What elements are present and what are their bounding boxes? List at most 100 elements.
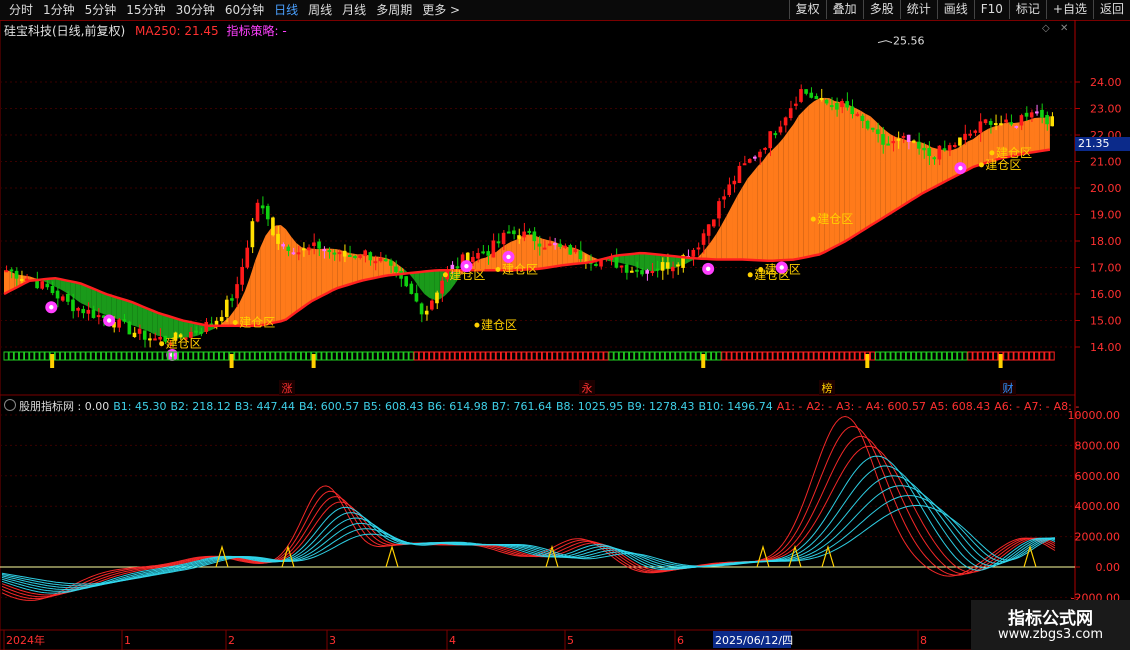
- signal-cell: [741, 351, 748, 361]
- indicator-series-3: [1, 435, 1056, 598]
- signal-cell: [100, 351, 107, 361]
- candle-body: [1045, 115, 1049, 125]
- candle-body: [435, 292, 439, 304]
- signal-cell: [382, 351, 389, 361]
- signal-cell: [3, 351, 9, 361]
- trend-band-segment: [824, 97, 830, 253]
- toolbar-button-7[interactable]: +自选: [1045, 0, 1093, 19]
- candle-body: [732, 180, 737, 185]
- flower-center: [506, 254, 511, 260]
- candle-body: [829, 105, 834, 108]
- period-tab-1[interactable]: 1分钟: [38, 2, 80, 18]
- signal-cell: [121, 351, 127, 361]
- signal-cell: [393, 351, 399, 361]
- candle-body: [219, 316, 224, 322]
- period-tab-2[interactable]: 5分钟: [80, 2, 122, 18]
- candle-body: [558, 243, 562, 247]
- signal-cell: [992, 351, 999, 361]
- period-tab-9[interactable]: 多周期: [371, 2, 417, 18]
- signal-cell: [352, 351, 358, 361]
- signal-cell: [572, 351, 578, 361]
- signal-cell: [111, 351, 117, 361]
- signal-bar: [865, 354, 870, 368]
- candle-body: [476, 252, 480, 259]
- period-tab-4[interactable]: 30分钟: [171, 2, 220, 18]
- trend-band-segment: [116, 297, 122, 321]
- candle-body: [312, 242, 316, 246]
- signal-cell: [685, 351, 691, 361]
- build-zone-dot: [495, 267, 501, 272]
- price-chart[interactable]: 14.00 15.00 16.00 17.00 18.00 19.00 20.00 21.00…: [0, 20, 1130, 395]
- signal-cell: [516, 351, 522, 361]
- trend-band-segment: [260, 235, 266, 326]
- flower-center: [958, 165, 963, 171]
- toolbar-button-6[interactable]: 标记: [1008, 0, 1046, 19]
- signal-cell: [546, 351, 553, 361]
- period-tab-10[interactable]: 更多 >: [417, 2, 465, 18]
- toolbar-button-4[interactable]: 画线: [936, 0, 974, 19]
- candle-body: [537, 243, 542, 247]
- candle-body: [419, 303, 424, 315]
- indicator-y-tick-label: 0.00: [1096, 561, 1121, 574]
- signal-cell: [603, 351, 609, 361]
- candle-body: [947, 145, 952, 151]
- signal-cell: [357, 351, 363, 361]
- toolbar-button-1[interactable]: 叠加: [825, 0, 863, 19]
- candle-body: [814, 95, 819, 100]
- signal-cell: [141, 351, 148, 361]
- signal-cell: [736, 351, 742, 361]
- period-tab-7[interactable]: 周线: [303, 2, 337, 18]
- indicator-series-8: [1, 485, 1056, 589]
- candle-body: [471, 256, 475, 263]
- candle-body: [952, 144, 957, 147]
- signal-cell: [136, 351, 143, 361]
- trend-band-segment: [183, 320, 189, 339]
- signal-cell: [372, 351, 378, 361]
- signal-cell: [957, 351, 963, 361]
- trend-band-segment: [803, 105, 809, 258]
- candle-body: [855, 113, 860, 117]
- trend-band-segment: [942, 149, 948, 183]
- signal-cell: [254, 351, 261, 361]
- candle-body: [373, 261, 378, 264]
- trend-band-segment: [742, 178, 748, 260]
- candle-body: [240, 266, 244, 285]
- signal-cell: [895, 351, 901, 361]
- indicator-chart[interactable]: -2000.000.002000.004000.006000.008000.00…: [0, 395, 1130, 630]
- toolbar-button-8[interactable]: 返回: [1092, 0, 1130, 19]
- event-label: 榜: [822, 381, 833, 395]
- date-label: 2: [228, 634, 235, 647]
- candle-body: [1004, 119, 1008, 123]
- candle-body: [717, 201, 721, 219]
- signal-cell: [65, 351, 71, 361]
- signal-cell: [567, 351, 573, 361]
- candle-body: [819, 97, 824, 100]
- signal-cell: [29, 351, 35, 361]
- candle-body: [747, 159, 752, 163]
- candle-body: [230, 298, 234, 301]
- candle-body: [40, 281, 45, 289]
- candle-body: [870, 127, 875, 130]
- signal-cell: [454, 351, 460, 361]
- signal-cell: [582, 351, 589, 361]
- trend-band-segment: [865, 113, 871, 229]
- period-tab-5[interactable]: 60分钟: [220, 2, 269, 18]
- toolbar-button-2[interactable]: 多股: [862, 0, 900, 19]
- signal-cell: [13, 351, 20, 361]
- signal-bar: [311, 354, 316, 368]
- signal-cell: [500, 351, 507, 361]
- period-tab-6[interactable]: 日线: [269, 2, 303, 18]
- signal-cell: [223, 351, 230, 361]
- toolbar-button-3[interactable]: 统计: [899, 0, 937, 19]
- trend-band-segment: [106, 294, 112, 318]
- candle-body: [245, 247, 250, 268]
- signal-cell: [305, 351, 312, 361]
- period-tab-8[interactable]: 月线: [337, 2, 371, 18]
- toolbar-button-0[interactable]: 复权: [788, 0, 826, 19]
- toolbar-button-5[interactable]: F10: [973, 0, 1009, 19]
- period-tab-3[interactable]: 15分钟: [121, 2, 170, 18]
- signal-cell: [731, 351, 737, 361]
- trend-band-segment: [629, 253, 635, 267]
- period-tab-0[interactable]: 分时: [4, 2, 38, 18]
- candle-body: [1024, 112, 1029, 117]
